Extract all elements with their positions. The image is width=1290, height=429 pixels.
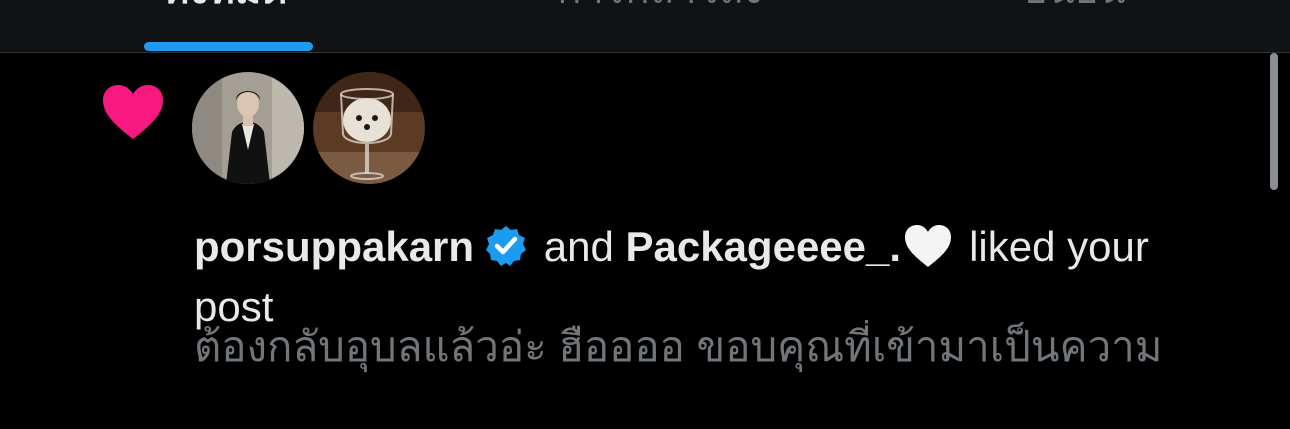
avatar-packageeee[interactable]: [313, 72, 425, 184]
tab-verified[interactable]: ยืนยัน: [1000, 0, 1150, 16]
avatar-porsuppakarn[interactable]: [192, 72, 304, 184]
tab-all[interactable]: ทั้งหมด: [150, 0, 300, 16]
avatar-dog-in-wine-glass-icon: [313, 72, 425, 184]
like-notification[interactable]: porsuppakarn and Packageeee_. liked your…: [0, 53, 1290, 429]
scrollbar-thumb[interactable]: [1270, 53, 1278, 190]
notifications-tab-bar: ทั้งหมด การกล่าวถึง ยืนยัน: [0, 0, 1290, 53]
tab-mentions[interactable]: การกล่าวถึง: [540, 0, 780, 16]
avatar-person-in-suit-icon: [192, 72, 304, 184]
action-text: liked your: [969, 223, 1149, 270]
verified-badge-icon: [486, 226, 527, 266]
actor-name-porsuppakarn[interactable]: porsuppakarn: [194, 223, 474, 270]
post-preview-text: ต้องกลับอุบลแล้วอ่ะ ฮืออออ ขอบคุณที่เข้า…: [194, 323, 1163, 370]
notification-message: porsuppakarn and Packageeee_. liked your…: [194, 217, 1274, 337]
connector-text: and: [543, 223, 614, 270]
heart-icon: [103, 85, 163, 139]
actor-name-packageeee[interactable]: Packageeee_.: [625, 223, 901, 270]
active-tab-indicator: [144, 42, 313, 51]
white-heart-icon: [905, 225, 952, 267]
